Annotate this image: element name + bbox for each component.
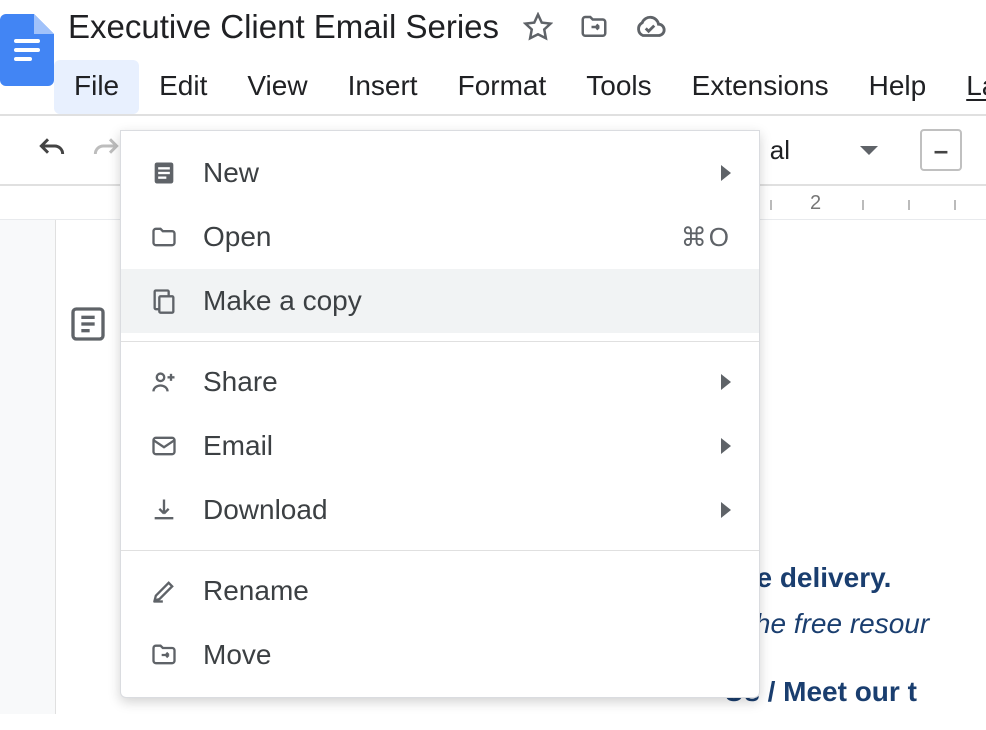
email-icon [149, 431, 179, 461]
menu-move[interactable]: Move [121, 623, 759, 687]
menu-move-label: Move [203, 639, 731, 671]
menu-email[interactable]: Email [121, 414, 759, 478]
toolbar-right: al – [770, 129, 962, 171]
menu-make-a-copy[interactable]: Make a copy [121, 269, 759, 333]
menu-open-label: Open [203, 221, 681, 253]
move-icon [149, 640, 179, 670]
menu-open-shortcut: ⌘O [681, 222, 731, 253]
logo-container [0, 8, 54, 86]
font-dropdown-caret-icon[interactable] [860, 146, 878, 155]
menu-tools[interactable]: Tools [566, 60, 671, 114]
rename-icon [149, 576, 179, 606]
menu-download-label: Download [203, 494, 721, 526]
menu-download[interactable]: Download [121, 478, 759, 542]
submenu-arrow-icon [721, 502, 731, 518]
font-name-partial[interactable]: al [770, 135, 790, 166]
menu-edit[interactable]: Edit [139, 60, 227, 114]
menu-file[interactable]: File [54, 60, 139, 114]
menu-make-a-copy-label: Make a copy [203, 285, 731, 317]
menu-separator [121, 550, 759, 551]
menu-help[interactable]: Help [849, 60, 947, 114]
menu-new-label: New [203, 157, 721, 189]
outline-column [56, 220, 120, 714]
menu-share-label: Share [203, 366, 721, 398]
menu-new[interactable]: New [121, 141, 759, 205]
menu-view[interactable]: View [227, 60, 327, 114]
menu-extensions[interactable]: Extensions [672, 60, 849, 114]
title-row: Executive Client Email Series [54, 8, 986, 46]
app-header: Executive Client Email Series File Edit … [0, 0, 986, 114]
menu-share[interactable]: Share [121, 350, 759, 414]
title-area: Executive Client Email Series File Edit … [54, 8, 986, 114]
star-icon[interactable] [521, 10, 555, 44]
font-size-decrease-button[interactable]: – [920, 129, 962, 171]
ruler-tick [770, 200, 772, 210]
menu-insert[interactable]: Insert [328, 60, 438, 114]
undo-icon[interactable] [36, 134, 68, 166]
menu-email-label: Email [203, 430, 721, 462]
ruler-tick [862, 200, 864, 210]
download-icon [149, 495, 179, 525]
doc-icon [149, 158, 179, 188]
left-margin [0, 220, 56, 714]
menu-open[interactable]: Open ⌘O [121, 205, 759, 269]
redo-icon[interactable] [90, 134, 122, 166]
ruler-tick [954, 200, 956, 210]
ruler-tick [908, 200, 910, 210]
submenu-arrow-icon [721, 374, 731, 390]
cloud-saved-icon[interactable] [633, 10, 667, 44]
move-folder-icon[interactable] [577, 10, 611, 44]
document-title[interactable]: Executive Client Email Series [68, 8, 499, 46]
menu-bar: File Edit View Insert Format Tools Exten… [54, 60, 986, 114]
undo-redo-group [36, 134, 122, 166]
folder-icon [149, 222, 179, 252]
menu-format[interactable]: Format [438, 60, 567, 114]
ruler-number-2: 2 [810, 192, 821, 215]
outline-icon[interactable] [68, 304, 108, 344]
menu-rename-label: Rename [203, 575, 731, 607]
copy-icon [149, 286, 179, 316]
menu-rename[interactable]: Rename [121, 559, 759, 623]
docs-logo-icon[interactable] [0, 14, 54, 86]
menu-last-truncated[interactable]: La [946, 60, 986, 114]
share-icon [149, 367, 179, 397]
submenu-arrow-icon [721, 438, 731, 454]
menu-separator [121, 341, 759, 342]
file-menu-dropdown: New Open ⌘O Make a copy Share Email Down… [120, 130, 760, 698]
submenu-arrow-icon [721, 165, 731, 181]
